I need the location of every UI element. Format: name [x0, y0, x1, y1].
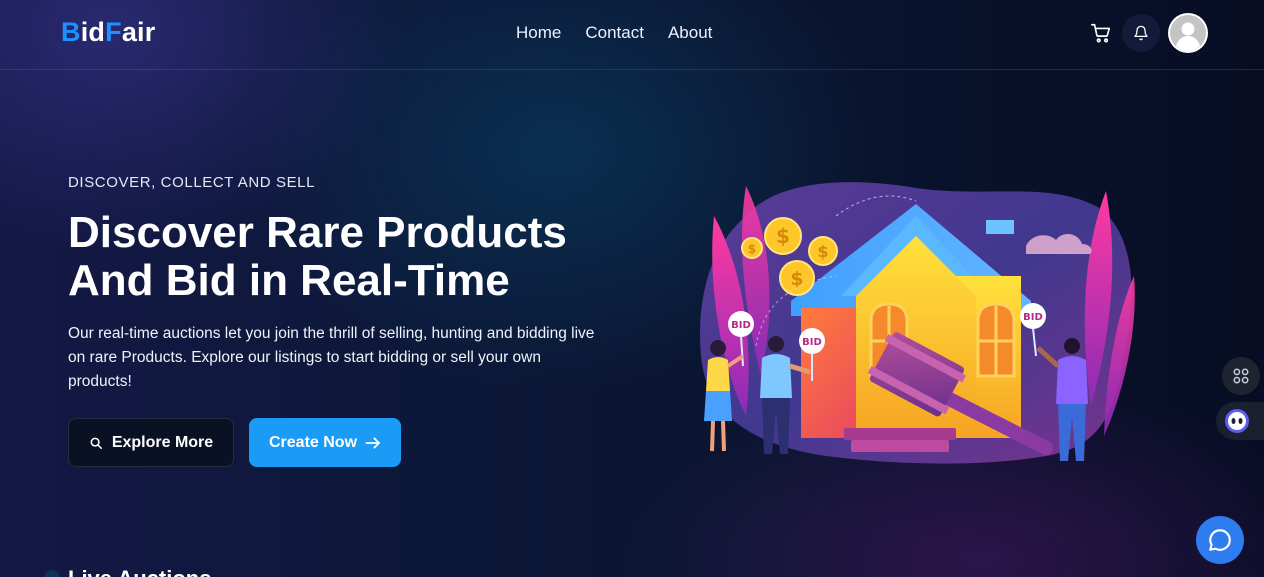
section-dot [44, 570, 60, 577]
cart-button[interactable] [1090, 22, 1112, 44]
chat-button[interactable] [1196, 516, 1244, 564]
live-auctions-heading: Live Auctions [68, 566, 211, 577]
hero-title: Discover Rare Products And Bid in Real-T… [68, 209, 628, 305]
create-now-button[interactable]: Create Now [249, 418, 401, 467]
hero-title-line-1: Discover Rare Products [68, 208, 567, 257]
notifications-button[interactable] [1122, 14, 1160, 52]
svg-text:$: $ [817, 242, 828, 261]
bid-tag-left: BID [731, 320, 751, 331]
bid-tag-right: BID [1023, 312, 1043, 323]
auction-house-illustration: $ $ $ $ BID BID BID [700, 182, 1135, 464]
nav-contact[interactable]: Contact [585, 23, 644, 43]
logo-letter-b: B [61, 17, 81, 47]
top-navbar: BidFair Home Contact About [0, 0, 1264, 70]
search-icon [90, 437, 102, 449]
logo-text-air: air [121, 17, 156, 47]
user-avatar-icon [1170, 15, 1206, 51]
logo-text-id: id [80, 17, 106, 47]
hero-title-line-2: And Bid in Real-Time [68, 256, 510, 305]
bot-face-icon [1225, 409, 1249, 433]
main-nav: Home Contact About [516, 23, 712, 43]
apps-grid-button[interactable] [1222, 357, 1260, 395]
create-now-label: Create Now [268, 433, 358, 451]
logo-letter-f: F [105, 17, 122, 47]
grid-icon [1233, 368, 1249, 384]
svg-text:$: $ [776, 224, 790, 248]
user-avatar[interactable] [1168, 13, 1208, 53]
assistant-bot-button[interactable] [1216, 402, 1264, 440]
nav-about[interactable]: About [668, 23, 712, 43]
bid-tag-center: BID [802, 337, 822, 348]
hero-description: Our real-time auctions let you join the … [68, 325, 595, 390]
hero-eyebrow: DISCOVER, COLLECT AND SELL [68, 174, 316, 191]
nav-home[interactable]: Home [516, 23, 561, 43]
chat-bubble-icon [1209, 529, 1231, 551]
svg-text:$: $ [790, 268, 803, 290]
explore-more-label: Explore More [111, 433, 214, 451]
svg-text:$: $ [748, 242, 756, 256]
explore-more-button[interactable]: Explore More [68, 418, 234, 467]
bidfair-logo[interactable]: BidFair [61, 17, 155, 48]
cart-icon [1091, 23, 1111, 43]
arrow-right-icon [365, 436, 380, 449]
bell-icon [1134, 25, 1148, 41]
